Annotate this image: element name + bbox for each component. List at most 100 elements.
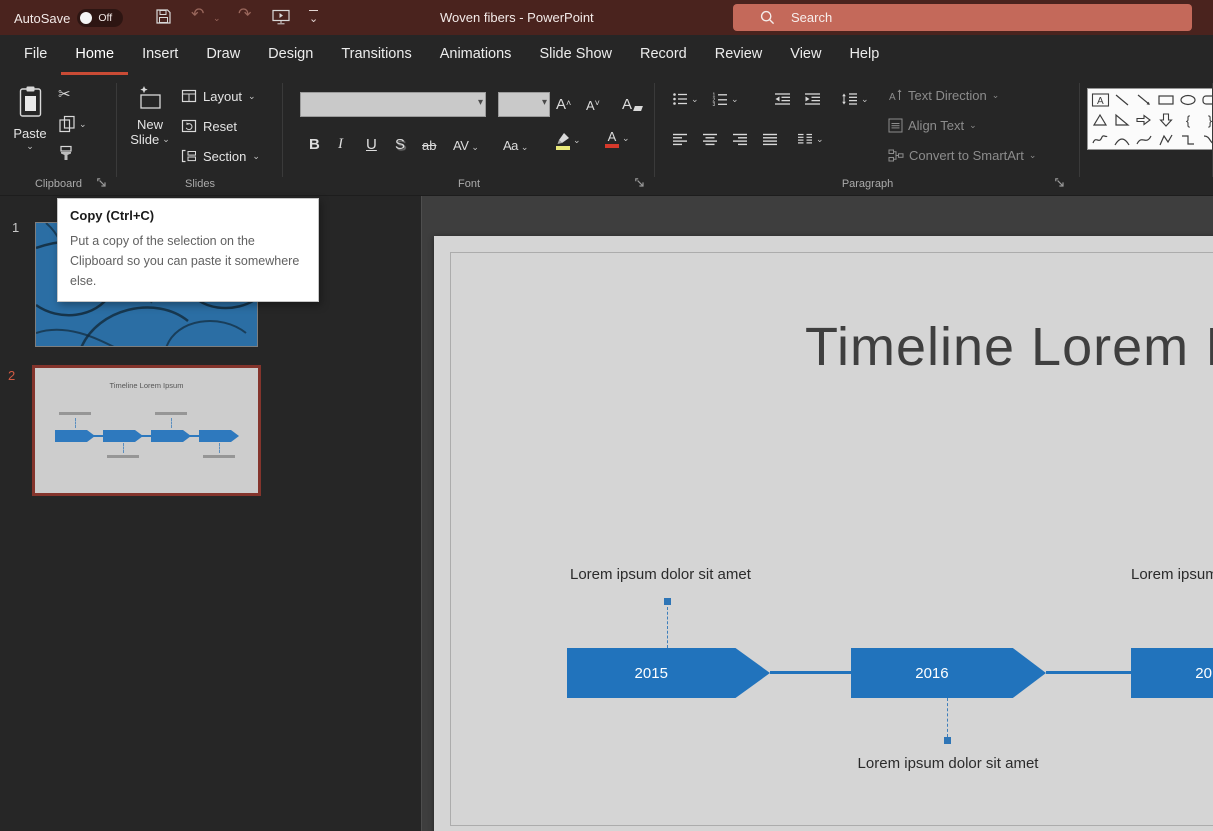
timeline-annotation-top-right[interactable]: Lorem ipsum dolor sit amet bbox=[1131, 566, 1213, 583]
tab-file[interactable]: File bbox=[10, 35, 61, 75]
font-size-dropdown-icon[interactable]: ▾ bbox=[542, 97, 547, 108]
convert-smartart-button[interactable]: Convert to SmartArt ⌄ bbox=[888, 148, 1036, 163]
bullets-icon bbox=[672, 92, 688, 106]
tab-design[interactable]: Design bbox=[254, 35, 327, 75]
shape-right-triangle-icon[interactable] bbox=[1112, 111, 1132, 129]
new-slide-label-line1: New bbox=[137, 117, 163, 132]
selection-handle[interactable] bbox=[664, 598, 671, 605]
timeline-annotation-top-left[interactable]: Lorem ipsum dolor sit amet bbox=[570, 566, 751, 583]
justify-button[interactable] bbox=[762, 133, 778, 146]
undo-chevron-icon[interactable]: ⌄ bbox=[213, 13, 221, 24]
shape-rounded-rectangle-icon[interactable] bbox=[1200, 91, 1213, 109]
selection-handle[interactable] bbox=[944, 737, 951, 744]
shape-brace-left-icon[interactable]: { bbox=[1178, 111, 1198, 129]
timeline-milestone-2016[interactable]: 2016 bbox=[851, 648, 1046, 698]
shape-curved-connector-icon[interactable] bbox=[1200, 131, 1213, 149]
layout-button[interactable]: Layout ⌄ bbox=[181, 87, 256, 105]
align-left-button[interactable] bbox=[672, 133, 688, 146]
slide-canvas[interactable]: Timeline Lorem Ipsum Lorem ipsum dolor s… bbox=[434, 236, 1213, 831]
mini-timeline-arrow bbox=[55, 430, 95, 442]
timeline-annotation-bottom[interactable]: Lorem ipsum dolor sit amet bbox=[850, 755, 1046, 772]
align-center-button[interactable] bbox=[702, 133, 718, 146]
autosave-toggle[interactable]: Off bbox=[77, 9, 123, 27]
clipboard-dialog-launcher[interactable] bbox=[96, 177, 108, 189]
underline-button[interactable]: U bbox=[366, 131, 377, 153]
clear-formatting-button[interactable]: A bbox=[622, 91, 642, 113]
tab-insert[interactable]: Insert bbox=[128, 35, 192, 75]
timeline-milestone-2017[interactable]: 2017 bbox=[1131, 648, 1213, 698]
tab-review[interactable]: Review bbox=[701, 35, 777, 75]
tab-home[interactable]: Home bbox=[61, 35, 128, 75]
font-color-button[interactable]: A ⌄ bbox=[605, 130, 630, 148]
paragraph-dialog-launcher[interactable] bbox=[1054, 177, 1066, 189]
numbering-button[interactable]: 123 ⌄ bbox=[712, 92, 739, 106]
italic-button[interactable]: I bbox=[338, 131, 343, 153]
tab-record[interactable]: Record bbox=[626, 35, 701, 75]
tab-view[interactable]: View bbox=[776, 35, 835, 75]
font-name-combobox[interactable]: ▾ bbox=[300, 92, 486, 117]
text-direction-chevron-icon: ⌄ bbox=[992, 90, 1000, 101]
font-dialog-launcher[interactable] bbox=[634, 177, 646, 189]
columns-button[interactable]: ⌄ bbox=[797, 133, 824, 146]
change-case-button[interactable]: Aa⌄ bbox=[503, 131, 528, 153]
paste-button[interactable]: Paste ⌄ bbox=[7, 85, 53, 152]
timeline-milestone-2015[interactable]: 2015 bbox=[567, 648, 770, 698]
highlight-color-button[interactable]: ⌄ bbox=[555, 132, 581, 150]
tab-help[interactable]: Help bbox=[835, 35, 893, 75]
shape-arrow-down-icon[interactable] bbox=[1156, 111, 1176, 129]
numbering-icon: 123 bbox=[712, 92, 728, 106]
customize-qat-chevron-icon[interactable]: ⌄ bbox=[309, 10, 318, 25]
tab-draw[interactable]: Draw bbox=[192, 35, 254, 75]
shape-scribble-icon[interactable] bbox=[1090, 131, 1110, 149]
copy-button[interactable]: ⌄ bbox=[58, 115, 87, 133]
tab-animations[interactable]: Animations bbox=[426, 35, 526, 75]
shape-arc-icon[interactable] bbox=[1112, 131, 1132, 149]
cut-button[interactable]: ✂ bbox=[58, 85, 71, 103]
section-button[interactable]: Section ⌄ bbox=[181, 147, 260, 165]
bullets-button[interactable]: ⌄ bbox=[672, 92, 699, 106]
shape-rectangle-icon[interactable] bbox=[1156, 91, 1176, 109]
align-right-button[interactable] bbox=[732, 133, 748, 146]
save-icon[interactable] bbox=[155, 8, 172, 25]
shape-elbow-connector-icon[interactable] bbox=[1178, 131, 1198, 149]
strikethrough-button[interactable]: ab bbox=[422, 131, 436, 153]
slide-title-text[interactable]: Timeline Lorem Ipsum bbox=[805, 316, 1213, 378]
grow-font-button[interactable]: A˄ bbox=[556, 91, 571, 113]
increase-indent-button[interactable] bbox=[804, 92, 821, 106]
bold-button[interactable]: B bbox=[309, 131, 320, 153]
shrink-font-button[interactable]: A˅ bbox=[586, 91, 600, 113]
copy-icon bbox=[58, 115, 76, 133]
shape-curve-icon[interactable] bbox=[1134, 131, 1154, 149]
milestone-year-label: 2016 bbox=[851, 665, 1013, 682]
shape-freeform-icon[interactable] bbox=[1156, 131, 1176, 149]
new-slide-button[interactable]: New Slide ⌄ bbox=[127, 85, 173, 147]
shape-oval-icon[interactable] bbox=[1178, 91, 1198, 109]
text-direction-label: Text Direction bbox=[908, 88, 987, 103]
shape-brace-right-icon[interactable]: } bbox=[1200, 111, 1213, 129]
tab-transitions[interactable]: Transitions bbox=[327, 35, 425, 75]
line-spacing-button[interactable]: ⌄ bbox=[841, 92, 869, 106]
section-icon bbox=[181, 149, 197, 163]
character-spacing-button[interactable]: AV⌄ bbox=[453, 131, 479, 153]
format-painter-button[interactable] bbox=[58, 145, 74, 163]
decrease-indent-button[interactable] bbox=[774, 92, 791, 106]
shape-triangle-icon[interactable] bbox=[1090, 111, 1110, 129]
undo-icon[interactable]: ↶ bbox=[191, 6, 204, 24]
shape-line-icon[interactable] bbox=[1112, 91, 1132, 109]
shape-textbox-icon[interactable]: A bbox=[1090, 91, 1110, 109]
redo-icon[interactable]: ↷ bbox=[238, 6, 251, 24]
autosave-control[interactable]: AutoSave Off bbox=[14, 9, 123, 27]
font-size-combobox[interactable]: ▾ bbox=[498, 92, 550, 117]
slide2-thumbnail-selected[interactable]: Timeline Lorem Ipsum bbox=[32, 365, 261, 496]
reset-button[interactable]: Reset bbox=[181, 117, 237, 135]
tab-slide-show[interactable]: Slide Show bbox=[525, 35, 626, 75]
search-input[interactable]: Search bbox=[733, 4, 1192, 31]
shape-arrow-line-icon[interactable] bbox=[1134, 91, 1154, 109]
shape-arrow-right-icon[interactable] bbox=[1134, 111, 1154, 129]
text-shadow-button[interactable]: S bbox=[395, 131, 405, 153]
align-text-button[interactable]: Align Text ⌄ bbox=[888, 118, 977, 133]
text-direction-button[interactable]: A Text Direction ⌄ bbox=[888, 88, 999, 103]
font-name-dropdown-icon[interactable]: ▾ bbox=[478, 97, 483, 108]
shapes-gallery: A { } bbox=[1087, 88, 1213, 150]
present-icon[interactable] bbox=[272, 9, 290, 26]
